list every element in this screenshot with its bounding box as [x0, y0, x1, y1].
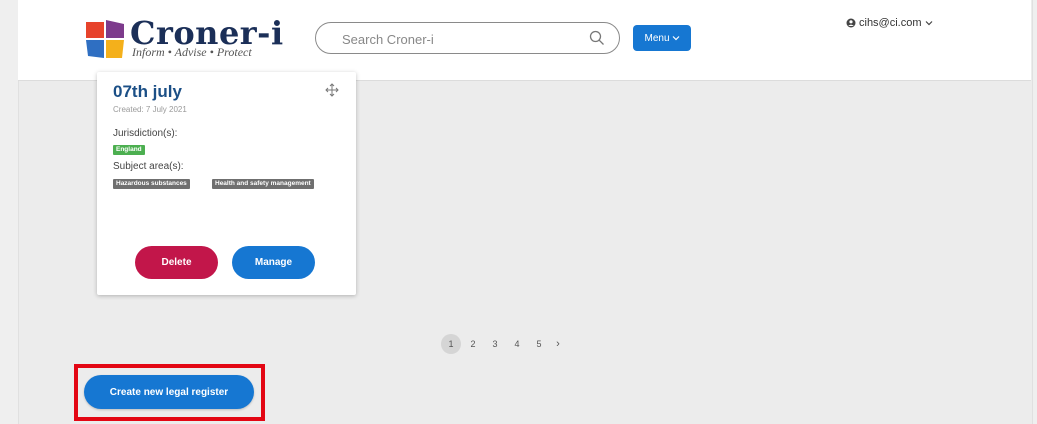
create-legal-register-label: Create new legal register: [109, 386, 229, 398]
logo-tagline: Inform • Advise • Protect: [132, 45, 252, 59]
chevron-down-icon: [925, 21, 932, 26]
user-icon: [846, 18, 856, 28]
next-page-chevron-icon[interactable]: ›: [551, 338, 565, 350]
search-input[interactable]: [340, 29, 574, 49]
legal-register-card: 07th july Created: 7 July 2021 Jurisdict…: [97, 72, 356, 295]
jurisdiction-tag: England: [113, 145, 145, 155]
manage-button-label: Manage: [254, 257, 293, 268]
menu-button-label: Menu: [644, 32, 670, 44]
subject-area-tag: Health and safety management: [212, 179, 314, 189]
search-icon[interactable]: [589, 30, 605, 46]
jurisdictions-label: Jurisdiction(s):: [113, 128, 178, 139]
page-2-link[interactable]: 2: [463, 334, 483, 354]
logo-mark-icon: [86, 20, 124, 58]
user-menu[interactable]: cihs@ci.com: [846, 17, 933, 29]
delete-button-label: Delete: [161, 257, 192, 268]
page-5-link[interactable]: 5: [529, 334, 549, 354]
search-bar: [315, 22, 620, 54]
pagination: 1 2 3 4 5 ›: [441, 334, 565, 354]
delete-button[interactable]: Delete: [135, 246, 218, 279]
created-date: Created: 7 July 2021: [113, 105, 187, 114]
page-3-link[interactable]: 3: [485, 334, 505, 354]
move-icon[interactable]: [325, 83, 339, 97]
menu-button[interactable]: Menu: [633, 25, 691, 51]
card-title[interactable]: 07th july: [113, 82, 182, 102]
subject-area-tag: Hazardous substances: [113, 179, 190, 189]
page-4-link[interactable]: 4: [507, 334, 527, 354]
user-email: cihs@ci.com: [859, 17, 922, 29]
subject-areas-label: Subject area(s):: [113, 161, 184, 172]
croner-i-logo[interactable]: Croner-i Inform • Advise • Protect: [84, 14, 284, 64]
create-legal-register-button[interactable]: Create new legal register: [84, 375, 254, 409]
page-1-link[interactable]: 1: [441, 334, 461, 354]
manage-button[interactable]: Manage: [232, 246, 315, 279]
chevron-down-icon: [672, 36, 679, 41]
